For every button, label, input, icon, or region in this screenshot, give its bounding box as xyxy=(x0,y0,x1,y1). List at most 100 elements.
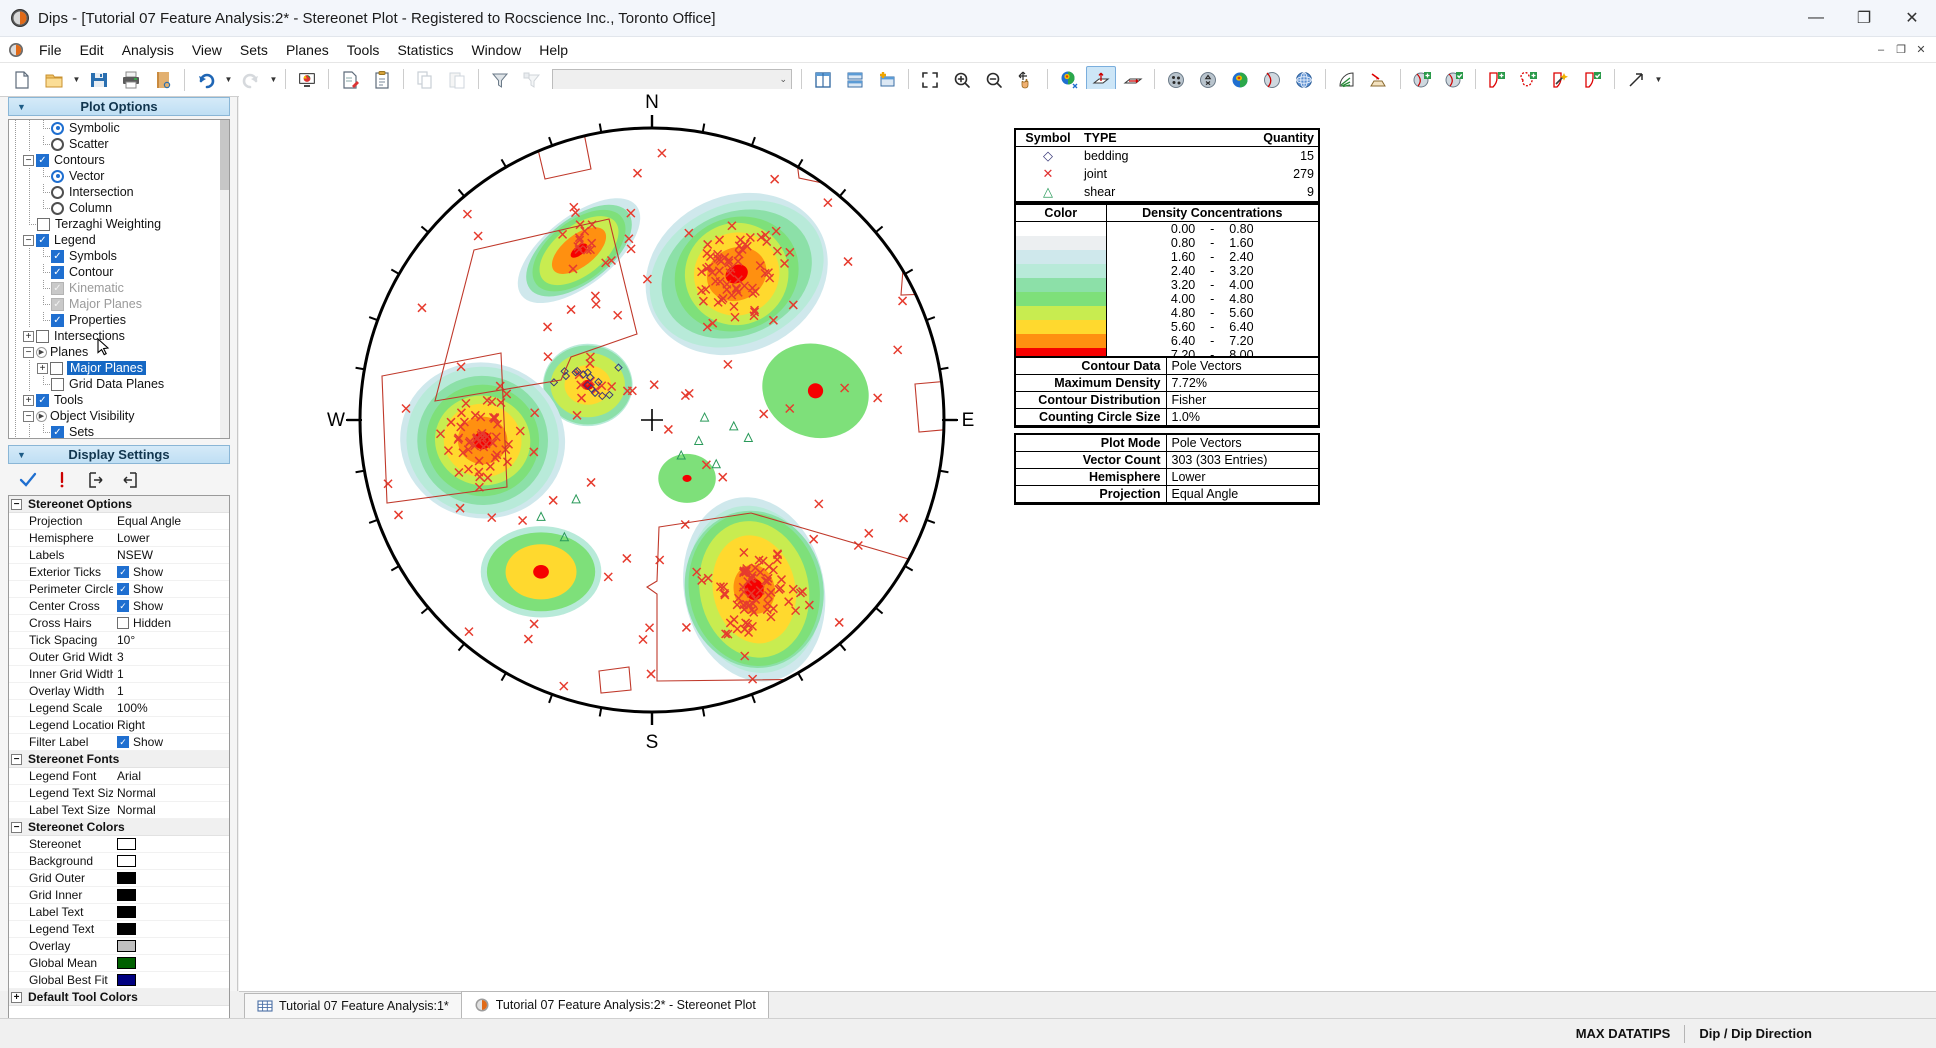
prop-row-global-mean[interactable]: Global Mean xyxy=(9,955,229,972)
plot-options-header[interactable]: ▼ Plot Options xyxy=(8,97,230,116)
prop-row-labels[interactable]: LabelsNSEW xyxy=(9,547,229,564)
prop-row-overlay[interactable]: Overlay xyxy=(9,938,229,955)
prop-row-center-cross[interactable]: Center Cross✓Show xyxy=(9,598,229,615)
open-folder-button[interactable] xyxy=(39,66,69,94)
tree-expander-expand[interactable]: + xyxy=(37,363,48,374)
tree-item-grid-data-planes[interactable]: Grid Data Planes xyxy=(9,376,229,392)
open-dropdown-arrow[interactable]: ▼ xyxy=(70,66,83,94)
tree-checkbox[interactable] xyxy=(51,378,64,391)
tree-item-contours[interactable]: −✓Contours xyxy=(9,152,229,168)
tree-checkbox[interactable]: ✓ xyxy=(51,250,64,263)
tree-node-marker[interactable]: ▶ xyxy=(36,347,47,358)
prop-group-expander[interactable]: − xyxy=(11,499,22,510)
prop-group-expander[interactable]: − xyxy=(11,822,22,833)
maximize-button[interactable]: ❐ xyxy=(1840,0,1888,37)
color-swatch[interactable] xyxy=(117,957,136,969)
tree-item-scatter[interactable]: Scatter xyxy=(9,136,229,152)
menu-analysis[interactable]: Analysis xyxy=(113,40,183,60)
tree-item-terzaghi-weighting[interactable]: Terzaghi Weighting xyxy=(9,216,229,232)
tree-expander-expand[interactable]: + xyxy=(23,331,34,342)
tree-item-kinematic[interactable]: ✓Kinematic xyxy=(9,280,229,296)
prop-row-legend-text-size[interactable]: Legend Text SizeNormal xyxy=(9,785,229,802)
tree-checkbox[interactable]: ✓ xyxy=(51,426,64,439)
prop-row-outer-grid-width[interactable]: Outer Grid Width3 xyxy=(9,649,229,666)
menu-window[interactable]: Window xyxy=(462,40,530,60)
mdi-minimize-button[interactable]: ‒ xyxy=(1872,41,1890,59)
tree-checkbox[interactable]: ✓ xyxy=(51,282,64,295)
color-swatch[interactable] xyxy=(117,974,136,986)
display-settings-grid[interactable]: −Stereonet OptionsProjectionEqual AngleH… xyxy=(8,495,230,1048)
prop-row-background[interactable]: Background xyxy=(9,853,229,870)
tree-radio[interactable] xyxy=(51,202,64,215)
stereonet-plot-area[interactable]: NESW SymbolTYPEQuantity◇bedding15✕joint2… xyxy=(239,89,1936,991)
prop-row-exterior-ticks[interactable]: Exterior Ticks✓Show xyxy=(9,564,229,581)
prop-row-hemisphere[interactable]: HemisphereLower xyxy=(9,530,229,547)
tree-scrollbar[interactable] xyxy=(220,120,229,438)
prop-row-perimeter-circle[interactable]: Perimeter Circle✓Show xyxy=(9,581,229,598)
prop-row-global-best-fit[interactable]: Global Best Fit xyxy=(9,972,229,989)
prop-group-stereonet-colors[interactable]: −Stereonet Colors xyxy=(9,819,229,836)
menu-view[interactable]: View xyxy=(183,40,231,60)
prop-row-cross-hairs[interactable]: Cross HairsHidden xyxy=(9,615,229,632)
prop-row-legend-location[interactable]: Legend LocationRight xyxy=(9,717,229,734)
apply-check-icon[interactable] xyxy=(18,470,38,490)
color-swatch[interactable] xyxy=(117,906,136,918)
tree-item-major-planes[interactable]: +Major Planes xyxy=(9,360,229,376)
menu-planes[interactable]: Planes xyxy=(277,40,338,60)
prop-row-projection[interactable]: ProjectionEqual Angle xyxy=(9,513,229,530)
tab-feature-analysis-1[interactable]: Tutorial 07 Feature Analysis:1* xyxy=(244,993,462,1018)
menu-sets[interactable]: Sets xyxy=(231,40,277,60)
tree-checkbox[interactable] xyxy=(50,362,63,375)
minimize-button[interactable]: — xyxy=(1792,0,1840,37)
tree-item-column[interactable]: Column xyxy=(9,200,229,216)
save-button[interactable] xyxy=(84,66,114,94)
menu-tools[interactable]: Tools xyxy=(338,40,389,60)
prop-row-label-text-size[interactable]: Label Text SizeNormal xyxy=(9,802,229,819)
menu-help[interactable]: Help xyxy=(530,40,577,60)
tree-expander-collapse[interactable]: − xyxy=(23,411,34,422)
color-swatch[interactable] xyxy=(117,889,136,901)
prop-row-inner-grid-width[interactable]: Inner Grid Width1 xyxy=(9,666,229,683)
tree-item-contour[interactable]: ✓Contour xyxy=(9,264,229,280)
prop-row-grid-outer[interactable]: Grid Outer xyxy=(9,870,229,887)
plot-options-tree[interactable]: SymbolicScatter−✓ContoursVectorIntersect… xyxy=(8,119,230,439)
prop-row-legend-font[interactable]: Legend FontArial xyxy=(9,768,229,785)
tree-item-planes[interactable]: −▶Planes xyxy=(9,344,229,360)
prop-row-label-text[interactable]: Label Text xyxy=(9,904,229,921)
alert-icon[interactable] xyxy=(52,470,72,490)
prop-group-expander[interactable]: − xyxy=(11,754,22,765)
filter-combo[interactable]: ⌄ xyxy=(552,69,792,91)
tree-item-major-planes[interactable]: ✓Major Planes xyxy=(9,296,229,312)
prop-group-stereonet-fonts[interactable]: −Stereonet Fonts xyxy=(9,751,229,768)
prop-row-stereonet[interactable]: Stereonet xyxy=(9,836,229,853)
mdi-restore-button[interactable]: ❐ xyxy=(1892,41,1910,59)
prop-checkbox[interactable]: ✓ xyxy=(117,736,129,748)
tree-checkbox[interactable] xyxy=(36,330,49,343)
close-button[interactable]: ✕ xyxy=(1888,0,1936,37)
color-swatch[interactable] xyxy=(117,855,136,867)
color-swatch[interactable] xyxy=(117,872,136,884)
tree-radio[interactable] xyxy=(51,186,64,199)
tree-item-intersections[interactable]: +Intersections xyxy=(9,328,229,344)
tree-item-vector[interactable]: Vector xyxy=(9,168,229,184)
tree-item-object-visibility[interactable]: −▶Object Visibility xyxy=(9,408,229,424)
menu-statistics[interactable]: Statistics xyxy=(388,40,462,60)
undo-dropdown-arrow[interactable]: ▼ xyxy=(222,66,235,94)
prop-row-legend-text[interactable]: Legend Text xyxy=(9,921,229,938)
tree-expander-collapse[interactable]: − xyxy=(23,235,34,246)
tree-item-legend[interactable]: −✓Legend xyxy=(9,232,229,248)
mdi-close-button[interactable]: ✕ xyxy=(1912,41,1930,59)
undo-button[interactable] xyxy=(191,66,221,94)
tree-item-intersection[interactable]: Intersection xyxy=(9,184,229,200)
color-swatch[interactable] xyxy=(117,838,136,850)
tree-expander-expand[interactable]: + xyxy=(23,395,34,406)
export-icon[interactable] xyxy=(86,470,106,490)
tree-item-symbols[interactable]: ✓Symbols xyxy=(9,248,229,264)
menu-file[interactable]: File xyxy=(30,40,71,60)
menu-edit[interactable]: Edit xyxy=(71,40,113,60)
prop-checkbox[interactable]: ✓ xyxy=(117,583,129,595)
prop-group-stereonet-options[interactable]: −Stereonet Options xyxy=(9,496,229,513)
prop-row-legend-scale[interactable]: Legend Scale100% xyxy=(9,700,229,717)
collapse-caret-icon-2[interactable]: ▼ xyxy=(17,450,26,460)
import-icon[interactable] xyxy=(120,470,140,490)
